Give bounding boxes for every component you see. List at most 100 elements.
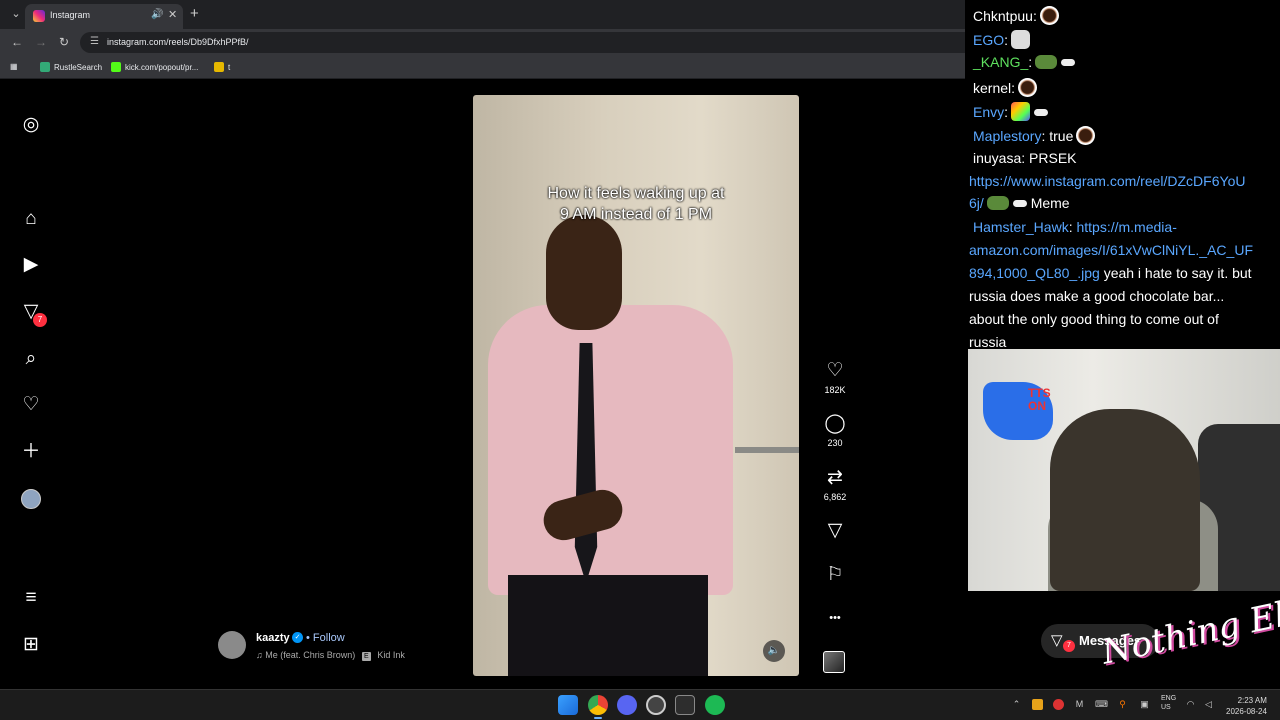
cloud-emote-icon <box>1012 200 1027 207</box>
frog-emote-icon <box>1035 55 1058 69</box>
tab-title: Instagram <box>50 10 91 20</box>
volume-icon[interactable]: ◁ <box>1203 699 1214 710</box>
reel-video[interactable]: How it feels waking up at 9 AM instead o… <box>473 95 799 676</box>
video-person-pants <box>508 575 708 676</box>
save-button[interactable]: ⚐ <box>815 564 855 586</box>
profile-avatar[interactable] <box>21 489 41 509</box>
notification-badge: 7 <box>33 313 47 327</box>
instagram-logo-icon[interactable]: ◎ <box>19 113 43 137</box>
like-button[interactable]: ♡ 182K <box>815 360 855 395</box>
skull-emote-icon <box>1011 30 1031 49</box>
home-icon[interactable]: ⌂ <box>19 207 43 231</box>
audio-thumbnail[interactable] <box>823 651 845 673</box>
chat-link-line[interactable]: https://www.instagram.com/reel/DZcDF6YoU <box>969 173 1245 189</box>
video-caption: How it feels waking up at 9 AM instead o… <box>547 185 725 223</box>
chat-message: Envy: <box>973 102 1049 121</box>
tray-app-icon[interactable] <box>1032 699 1043 710</box>
tray-app-icon[interactable]: ⚲ <box>1117 699 1128 710</box>
tts-label: TTS ON <box>1028 386 1051 413</box>
repost-button[interactable]: ⇄ 6,862 <box>815 467 855 502</box>
tray-app-icon[interactable]: ▣ <box>1139 699 1150 710</box>
wifi-icon[interactable]: ◠ <box>1185 699 1196 710</box>
spotify-icon[interactable] <box>705 695 725 715</box>
comment-button[interactable]: ◯ 230 <box>815 413 855 448</box>
repost-icon: ⇄ <box>827 467 843 488</box>
video-door-handle <box>735 447 799 453</box>
share-button[interactable]: ▽ <box>815 520 855 542</box>
chrome-icon[interactable] <box>588 695 608 715</box>
rainbow-emote-icon <box>1011 102 1031 121</box>
author-name[interactable]: kaazty <box>256 632 290 644</box>
video-person-head <box>546 215 622 330</box>
follow-button[interactable]: • Follow <box>306 632 345 644</box>
repost-count: 6,862 <box>823 492 847 502</box>
bookmark-kick[interactable]: kick.com/popout/pr... <box>111 62 198 72</box>
messages-icon: ▽ <box>1051 632 1063 649</box>
music-note-icon: ♫ <box>256 650 263 660</box>
mute-icon[interactable]: 🔈 <box>763 640 785 662</box>
more-options-button[interactable]: ••• <box>815 607 855 629</box>
discord-icon[interactable] <box>617 695 637 715</box>
tray-app-icon[interactable] <box>1053 699 1064 710</box>
cloud-emote-icon <box>1061 59 1076 66</box>
reels-icon[interactable]: ▶ <box>19 253 43 277</box>
comment-count: 230 <box>827 438 843 448</box>
site-info-icon[interactable]: ☰ <box>90 36 99 47</box>
webcam-overlay: TTS ON <box>968 349 1280 591</box>
music-info[interactable]: ♫ Me (feat. Chris Brown) E Kid Ink <box>256 650 405 661</box>
tab-close-icon[interactable]: ✕ <box>168 8 177 21</box>
music-title: Me (feat. Chris Brown) <box>265 650 356 660</box>
create-icon[interactable]: ＋ <box>19 440 43 464</box>
search-icon[interactable]: ⌕ <box>19 347 43 371</box>
chat-message: Maplestory: true <box>973 126 1096 145</box>
reel-author: kaazty ✓ • Follow ♫ Me (feat. Chris Brow… <box>218 631 458 671</box>
explicit-badge: E <box>361 652 371 661</box>
back-icon[interactable]: ← <box>11 35 23 49</box>
verified-badge-icon: ✓ <box>292 632 303 643</box>
chat-message: EGO: <box>973 30 1031 49</box>
frog-emote-icon <box>986 196 1009 210</box>
tab-search-icon[interactable]: ⌄ <box>8 6 24 22</box>
tab-instagram[interactable]: Instagram 🔊 ✕ <box>25 4 183 29</box>
chat-message: Chkntpuu: <box>973 6 1059 25</box>
emote-icon <box>1039 6 1059 25</box>
start-icon[interactable] <box>558 695 578 715</box>
input-language[interactable]: ENG US <box>1161 694 1176 712</box>
taskbar-clock[interactable]: 2:23 AM 2026-08-24 <box>1226 695 1267 717</box>
messages-badge: 7 <box>1063 640 1075 652</box>
terminal-icon[interactable] <box>675 695 695 715</box>
tray-app-icon[interactable]: M <box>1074 699 1085 710</box>
menu-icon[interactable]: ≡ <box>19 586 43 610</box>
kick-icon <box>111 62 121 72</box>
tray-app-icon[interactable]: ⌨ <box>1095 699 1108 710</box>
heart-icon: ♡ <box>826 360 844 381</box>
author-avatar[interactable] <box>218 631 246 659</box>
bookmark-t-icon <box>214 62 224 72</box>
active-indicator <box>594 717 602 719</box>
reload-icon[interactable]: ↻ <box>59 35 69 49</box>
obs-icon[interactable] <box>646 695 666 715</box>
chat-message: kernel: <box>973 78 1038 97</box>
instagram-sidebar: ◎ ⌂ ▶ ▽ 7 ⌕ ♡ ＋ ≡ ⊞ <box>0 80 62 688</box>
streamer-head <box>1050 409 1200 591</box>
comment-icon: ◯ <box>824 413 846 434</box>
url-text[interactable]: instagram.com/reels/Db9DfxhPPfB/ <box>107 37 249 47</box>
stream-chat-overlay: Chkntpuu: EGO: _KANG_: kernel: Envy: Map… <box>965 0 1280 350</box>
apps-grid-icon[interactable]: ▦ <box>10 62 18 71</box>
chat-text-line: russia does make a good chocolate bar... <box>969 288 1225 304</box>
more-apps-icon[interactable]: ⊞ <box>19 633 43 657</box>
share-icon: ▽ <box>827 520 843 541</box>
chat-message: 6j/ Meme <box>969 195 1070 211</box>
notifications-heart-icon[interactable]: ♡ <box>19 393 43 417</box>
new-tab-button[interactable]: + <box>190 5 199 22</box>
bookmark-rustlesearch[interactable]: RustleSearch <box>40 62 102 72</box>
forward-icon[interactable]: → <box>35 35 47 49</box>
music-artist: Kid Ink <box>377 650 405 660</box>
chat-link-line[interactable]: amazon.com/images/I/61xVwClNiYL._AC_UF <box>969 242 1253 258</box>
chat-message: 894,1000_QL80_.jpg yeah i hate to say it… <box>969 265 1252 281</box>
video-person-shirt <box>488 305 733 595</box>
tray-chevron-icon[interactable]: ⌃ <box>1011 699 1022 710</box>
tab-audio-icon[interactable]: 🔊 <box>151 9 163 20</box>
bookmark-t[interactable]: t <box>214 62 230 72</box>
chat-message: Hamster_Hawk: https://m.media- <box>973 219 1177 235</box>
